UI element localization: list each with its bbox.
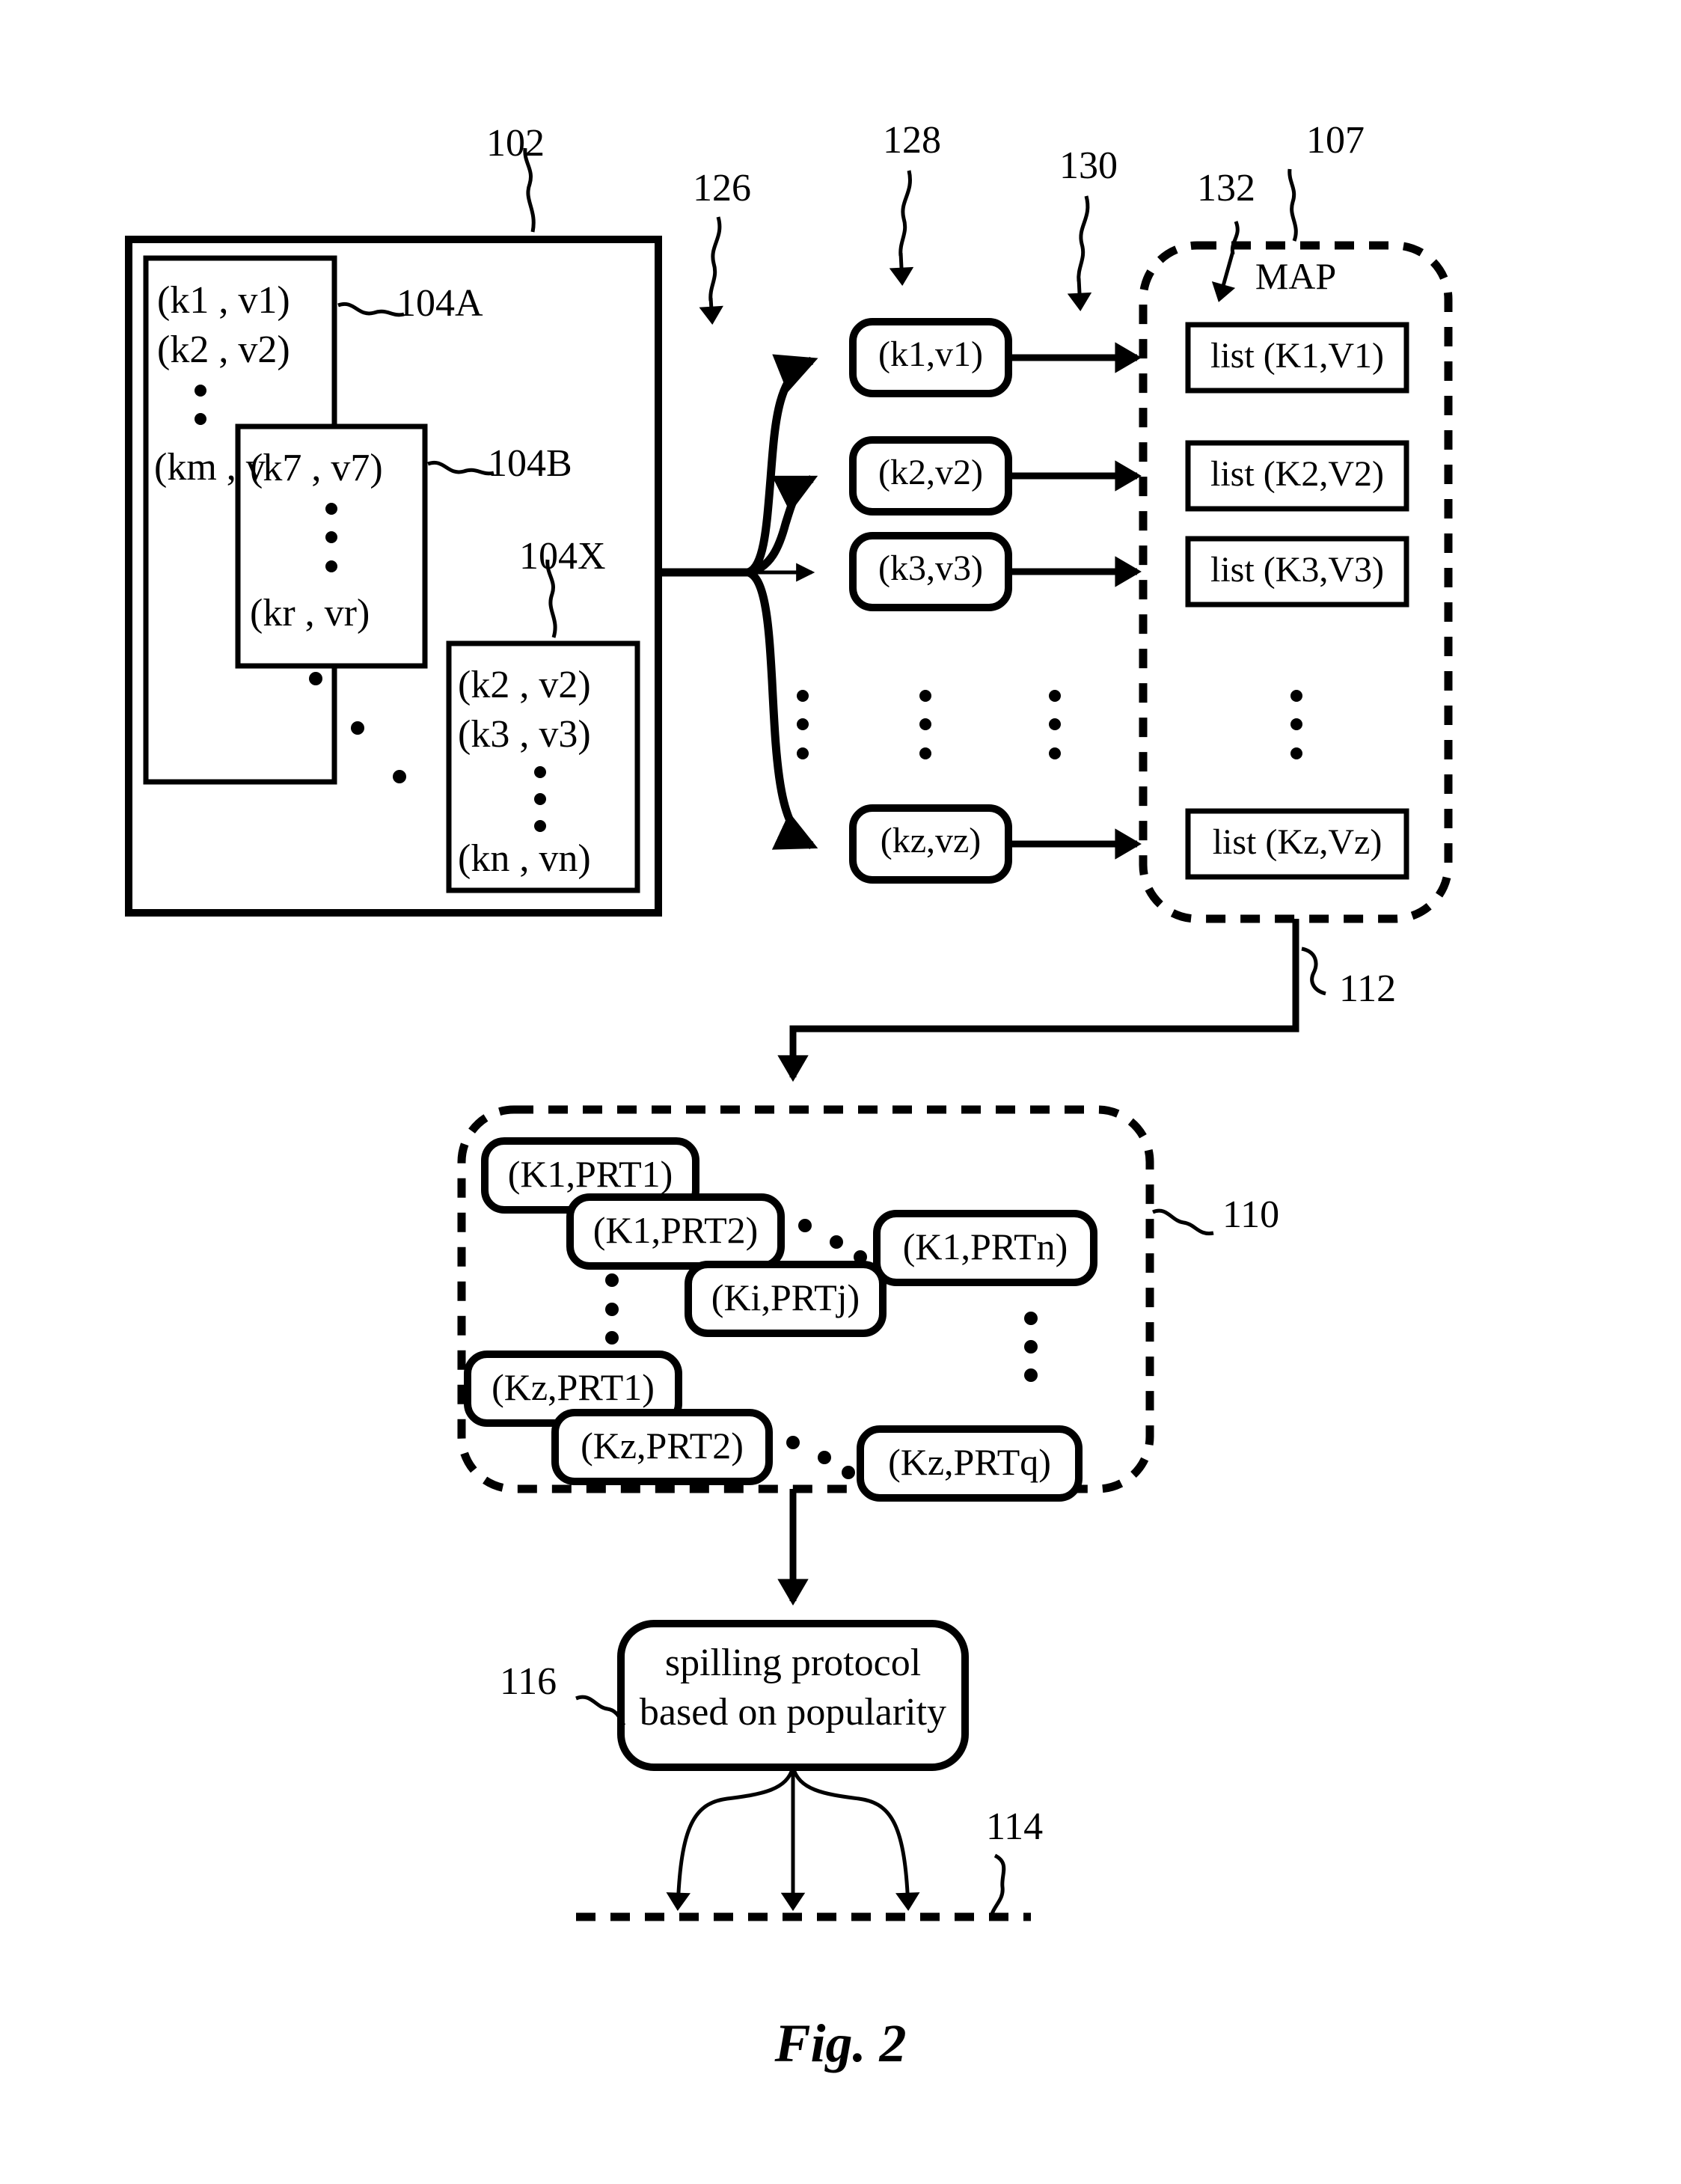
ref-label-104X: 104X xyxy=(519,535,606,578)
ref-label-104A: 104A xyxy=(396,282,483,325)
fanout-ellipsis xyxy=(797,690,809,759)
partition-label-kz-prtq: (Kz,PRTq) xyxy=(888,1441,1051,1483)
ref-label-104B: 104B xyxy=(488,442,572,485)
partition-label-ki-prtj: (Ki,PRTj) xyxy=(711,1276,860,1318)
ref-label-114: 114 xyxy=(986,1805,1044,1848)
partition-label-k1-prt2: (K1,PRT2) xyxy=(593,1209,759,1251)
pair-label-k3v3: (k3,v3) xyxy=(878,548,983,588)
split-104B-entry-2: (kr , vr) xyxy=(250,592,370,634)
figure-caption: Fig. 2 xyxy=(774,2013,907,2073)
pair-label-k2v2: (k2,v2) xyxy=(878,453,983,492)
ref-label-107: 107 xyxy=(1306,119,1365,162)
partition-label-k1-prtn: (K1,PRTn) xyxy=(902,1226,1068,1267)
pairs-ellipsis-column-a xyxy=(919,690,931,759)
split-104B-entry-1: (k7 , v7) xyxy=(250,447,383,489)
split-104X-entry-1: (k2 , v2) xyxy=(458,664,591,706)
map-list-label-kzvz: list (Kz,Vz) xyxy=(1212,822,1383,862)
spilling-protocol-line1: spilling protocol xyxy=(664,1642,922,1684)
split-104X-ellipsis xyxy=(534,766,546,832)
partitions-ellipsis-left xyxy=(605,1273,619,1345)
emitted-pairs-128 xyxy=(849,170,1012,884)
ref-label-128: 128 xyxy=(883,119,941,162)
ref-label-126: 126 xyxy=(693,167,751,209)
ref-label-116: 116 xyxy=(500,1660,557,1703)
pair-label-k1v1: (k1,v1) xyxy=(878,334,983,374)
fanout-126 xyxy=(658,216,818,850)
ref-label-132: 132 xyxy=(1197,167,1255,209)
map-lists-ellipsis xyxy=(1290,690,1302,759)
partition-label-kz-prt2: (Kz,PRT2) xyxy=(581,1425,744,1466)
map-to-partitions-112 xyxy=(777,919,1326,1082)
patent-figure: 102 104A 104B 104X 126 128 130 132 107 1… xyxy=(0,0,1681,2184)
map-list-label-k3v3: list (K3,V3) xyxy=(1210,550,1384,590)
split-104X-entry-3: (kn , vn) xyxy=(458,837,591,880)
map-list-label-k1v1: list (K1,V1) xyxy=(1210,336,1384,376)
partition-label-k1-prt1: (K1,PRT1) xyxy=(507,1153,673,1195)
map-lists xyxy=(1185,322,1409,880)
pair-arrows-130 xyxy=(1008,195,1142,860)
ref-label-112: 112 xyxy=(1339,967,1397,1010)
split-104A-entry-2: (k2 , v2) xyxy=(157,328,290,371)
ref-label-110: 110 xyxy=(1222,1193,1280,1236)
partitions-ellipsis-right xyxy=(1024,1312,1038,1382)
partition-label-kz-prt1: (Kz,PRT1) xyxy=(492,1366,655,1408)
map-list-label-k2v2: list (K2,V2) xyxy=(1210,454,1384,494)
ref-label-102: 102 xyxy=(486,122,545,165)
split-104X-entry-2: (k3 , v3) xyxy=(458,713,591,756)
spilling-protocol-line2: based on popularity xyxy=(639,1691,947,1734)
pairs-ellipsis-column-b xyxy=(1049,690,1061,759)
split-104A-entry-1: (k1 , v1) xyxy=(157,279,290,322)
pair-label-kzvz: (kz,vz) xyxy=(880,821,982,860)
spill-fanout-114 xyxy=(576,1767,1031,1921)
ref-label-130: 130 xyxy=(1059,144,1118,187)
map-title: MAP xyxy=(1255,255,1337,297)
